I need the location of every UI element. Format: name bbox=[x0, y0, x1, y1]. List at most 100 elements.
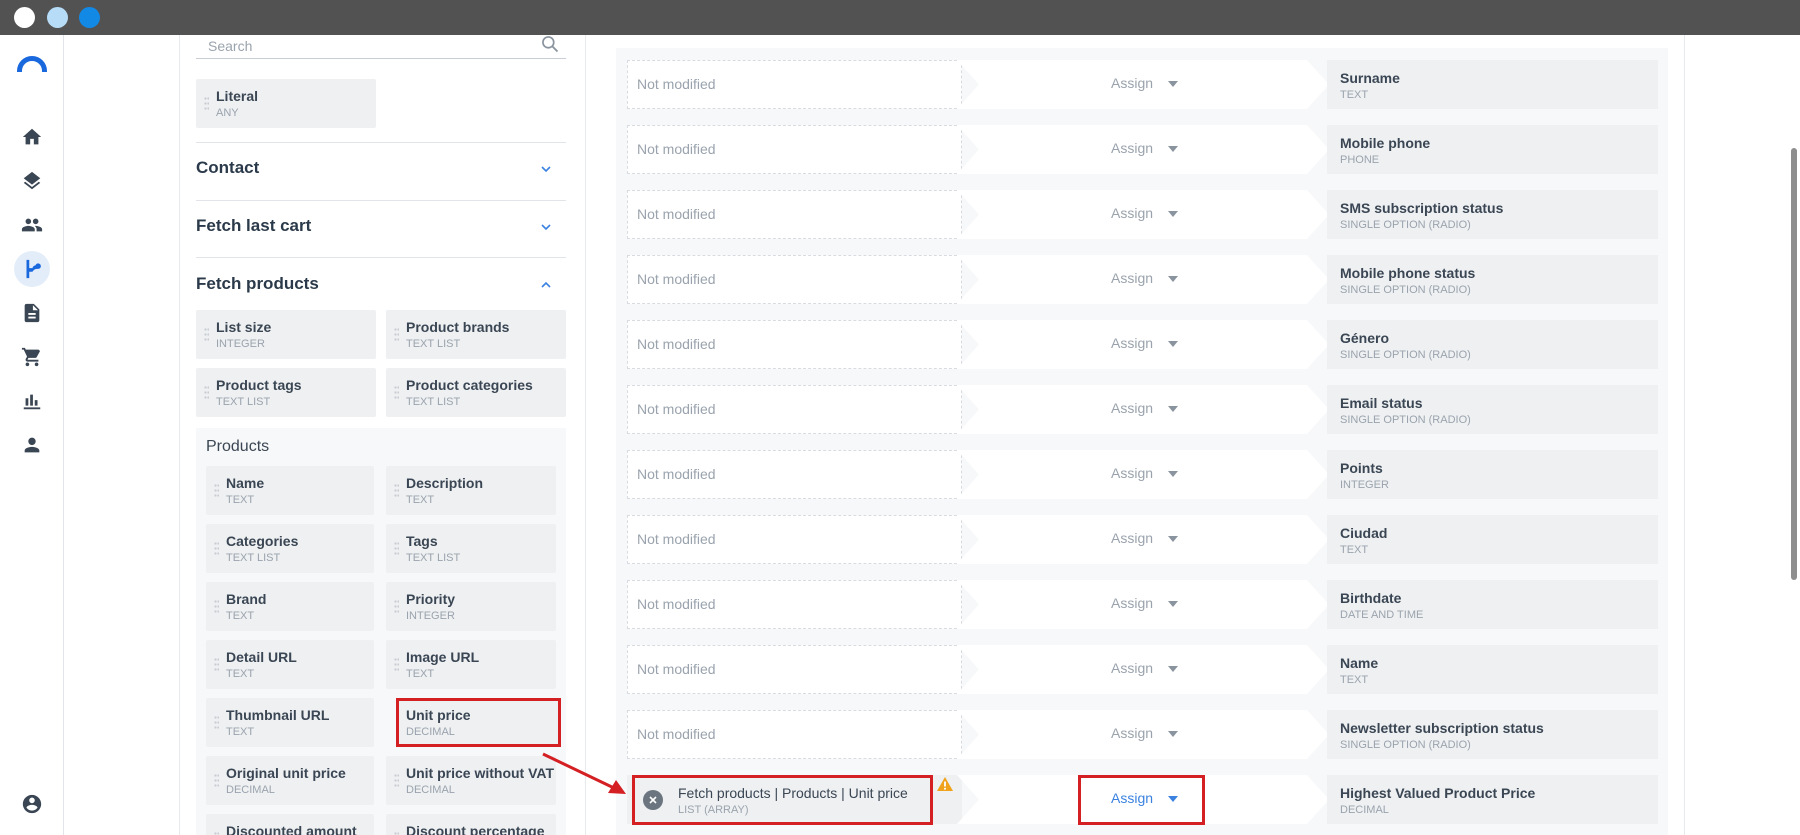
assign-dropdown[interactable]: Assign bbox=[1111, 595, 1153, 611]
person-icon[interactable] bbox=[14, 427, 50, 463]
drag-handle-icon[interactable] bbox=[394, 773, 399, 788]
drag-handle-icon[interactable] bbox=[394, 483, 399, 498]
chevron-down-icon[interactable] bbox=[540, 221, 552, 233]
variable-card[interactable]: Tags TEXT LIST bbox=[386, 524, 556, 573]
variable-card[interactable]: Product brands TEXT LIST bbox=[386, 310, 566, 359]
caret-down-icon[interactable] bbox=[1168, 601, 1178, 607]
mapping-row: Not modified Assign Name TEXT bbox=[627, 645, 1658, 694]
assign-dropdown[interactable]: Assign bbox=[1111, 725, 1153, 741]
assign-dropdown[interactable]: Assign bbox=[1111, 400, 1153, 416]
assign-dropdown[interactable]: Assign bbox=[1111, 140, 1153, 156]
caret-down-icon[interactable] bbox=[1168, 146, 1178, 152]
document-icon[interactable] bbox=[14, 295, 50, 331]
target-field-name: Mobile phone status bbox=[1340, 265, 1476, 281]
drag-handle-icon[interactable] bbox=[214, 773, 219, 788]
drag-handle-icon[interactable] bbox=[204, 327, 209, 342]
drag-handle-icon[interactable] bbox=[394, 541, 399, 556]
assign-dropdown[interactable]: Assign bbox=[1111, 335, 1153, 351]
variable-name: Categories bbox=[226, 533, 299, 549]
window-maximize-dot[interactable] bbox=[79, 7, 100, 28]
caret-down-icon[interactable] bbox=[1168, 731, 1178, 737]
variable-card-literal[interactable]: Literal ANY bbox=[196, 79, 376, 128]
assign-dropdown[interactable]: Assign bbox=[1111, 465, 1153, 481]
variable-card[interactable]: Discounted amount bbox=[206, 814, 374, 835]
variable-card[interactable]: Thumbnail URL TEXT bbox=[206, 698, 374, 747]
variable-card[interactable]: Unit price without VAT DECIMAL bbox=[386, 756, 556, 805]
assign-dropdown[interactable]: Assign bbox=[1111, 270, 1153, 286]
people-icon[interactable] bbox=[14, 207, 50, 243]
variable-card[interactable]: Description TEXT bbox=[386, 466, 556, 515]
drag-handle-icon[interactable] bbox=[214, 657, 219, 672]
clear-icon[interactable] bbox=[643, 790, 663, 810]
layers-icon[interactable] bbox=[14, 163, 50, 199]
flow-icon[interactable] bbox=[14, 251, 50, 287]
assign-dropdown[interactable]: Assign bbox=[1111, 660, 1153, 676]
cart-icon[interactable] bbox=[14, 339, 50, 375]
section-fetch-last-cart[interactable]: Fetch last cart bbox=[196, 216, 311, 236]
home-icon[interactable] bbox=[14, 119, 50, 155]
variable-card[interactable]: Product tags TEXT LIST bbox=[196, 368, 376, 417]
brand-logo-icon[interactable] bbox=[17, 56, 47, 72]
caret-down-icon[interactable] bbox=[1168, 341, 1178, 347]
caret-down-icon[interactable] bbox=[1168, 796, 1178, 802]
variable-card[interactable]: Name TEXT bbox=[206, 466, 374, 515]
variable-card[interactable]: List size INTEGER bbox=[196, 310, 376, 359]
chart-icon[interactable] bbox=[14, 383, 50, 419]
drag-handle-icon[interactable] bbox=[394, 831, 399, 835]
section-fetch-products[interactable]: Fetch products bbox=[196, 274, 319, 294]
mapping-source-label: Not modified bbox=[637, 271, 716, 287]
variable-card[interactable]: Discount percentage bbox=[386, 814, 556, 835]
window-minimize-dot[interactable] bbox=[47, 7, 68, 28]
variable-name: Unit price without VAT bbox=[406, 765, 555, 781]
caret-down-icon[interactable] bbox=[1168, 471, 1178, 477]
drag-handle-icon[interactable] bbox=[214, 541, 219, 556]
chevron-down-icon[interactable] bbox=[540, 163, 552, 175]
drag-handle-icon[interactable] bbox=[394, 599, 399, 614]
variable-type: TEXT LIST bbox=[406, 338, 461, 350]
target-field-name: Surname bbox=[1340, 70, 1400, 86]
target-field-name: Points bbox=[1340, 460, 1383, 476]
search-icon[interactable] bbox=[540, 34, 560, 54]
caret-down-icon[interactable] bbox=[1168, 276, 1178, 282]
variable-card[interactable]: Brand TEXT bbox=[206, 582, 374, 631]
assign-dropdown[interactable]: Assign bbox=[1111, 530, 1153, 546]
drag-handle-icon[interactable] bbox=[394, 385, 399, 400]
caret-down-icon[interactable] bbox=[1168, 81, 1178, 87]
assign-dropdown[interactable]: Assign bbox=[1111, 75, 1153, 91]
caret-down-icon[interactable] bbox=[1168, 666, 1178, 672]
drag-handle-icon[interactable] bbox=[394, 657, 399, 672]
window-close-dot[interactable] bbox=[14, 7, 35, 28]
variable-type: TEXT bbox=[406, 494, 435, 506]
variable-type: DECIMAL bbox=[406, 784, 455, 796]
variable-type: TEXT bbox=[226, 668, 255, 680]
variable-card-unit-price[interactable]: Unit price DECIMAL bbox=[396, 698, 558, 747]
drag-handle-icon[interactable] bbox=[214, 715, 219, 730]
search-input[interactable] bbox=[208, 37, 528, 55]
drag-handle-icon[interactable] bbox=[394, 327, 399, 342]
variable-card[interactable]: Detail URL TEXT bbox=[206, 640, 374, 689]
chevron-up-icon[interactable] bbox=[540, 279, 552, 291]
drag-handle-icon[interactable] bbox=[204, 385, 209, 400]
section-contact[interactable]: Contact bbox=[196, 158, 259, 178]
warning-icon[interactable] bbox=[936, 776, 954, 792]
caret-down-icon[interactable] bbox=[1168, 406, 1178, 412]
variable-card[interactable]: Priority INTEGER bbox=[386, 582, 556, 631]
mapping-source-label: Not modified bbox=[637, 336, 716, 352]
drag-handle-icon[interactable] bbox=[214, 831, 219, 835]
scrollbar[interactable] bbox=[1791, 148, 1797, 580]
drag-handle-icon[interactable] bbox=[204, 96, 209, 111]
assign-dropdown[interactable]: Assign bbox=[1111, 205, 1153, 221]
variable-card[interactable]: Product categories TEXT LIST bbox=[386, 368, 566, 417]
caret-down-icon[interactable] bbox=[1168, 536, 1178, 542]
caret-down-icon[interactable] bbox=[1168, 211, 1178, 217]
variable-card[interactable]: Original unit price DECIMAL bbox=[206, 756, 374, 805]
variable-card[interactable]: Categories TEXT LIST bbox=[206, 524, 374, 573]
assign-dropdown[interactable]: Assign bbox=[1111, 790, 1153, 806]
account-icon[interactable] bbox=[14, 786, 50, 822]
mapping-row: Not modified Assign Surname TEXT bbox=[627, 60, 1658, 109]
annotation-arrow-icon bbox=[542, 752, 626, 794]
left-nav bbox=[0, 35, 64, 835]
variable-card[interactable]: Image URL TEXT bbox=[386, 640, 556, 689]
drag-handle-icon[interactable] bbox=[214, 599, 219, 614]
drag-handle-icon[interactable] bbox=[214, 483, 219, 498]
